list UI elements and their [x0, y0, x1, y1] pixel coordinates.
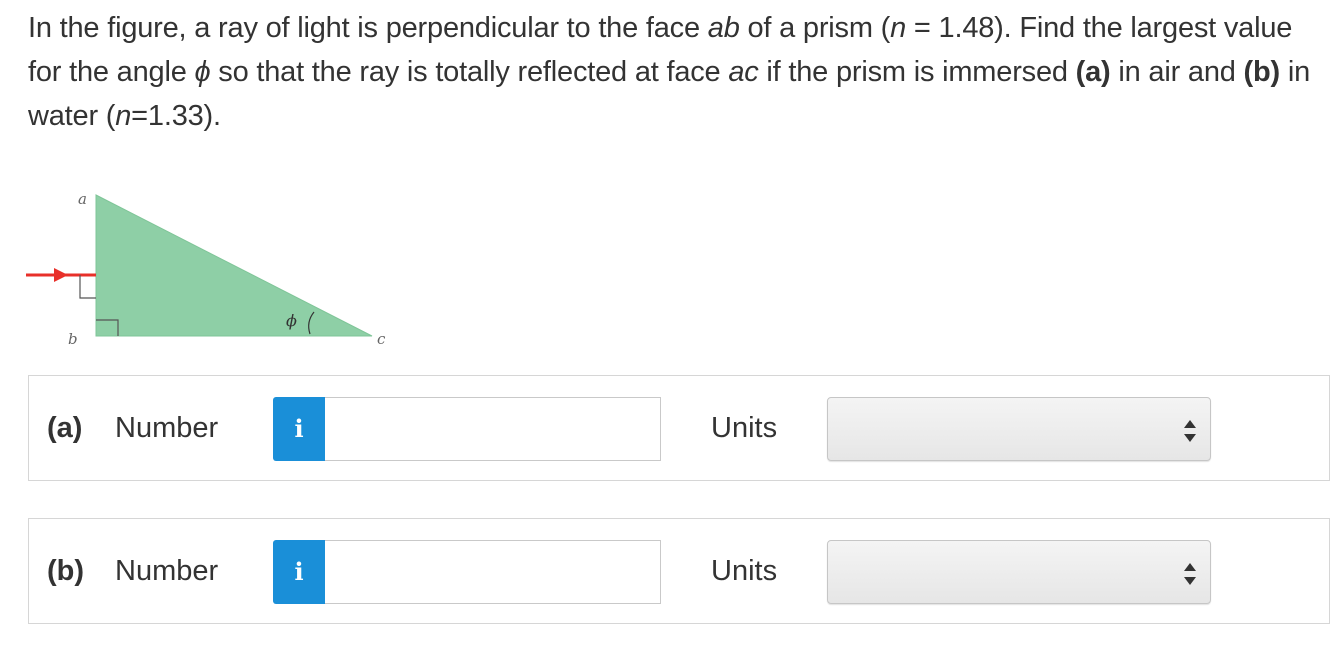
part-label: (a): [47, 412, 83, 444]
question-text-segment: if the prism is immersed: [758, 56, 1076, 88]
question-text-segment: so that the ray is totally reflected at …: [210, 56, 729, 88]
question-text-segment: In the figure, a ray of light is perpend…: [28, 12, 708, 44]
ray-arrowhead: [54, 268, 68, 282]
units-select-a[interactable]: [827, 397, 1211, 461]
label-a: a: [78, 190, 87, 208]
question-text-segment: in air and: [1110, 56, 1244, 88]
refractive-index-symbol: n: [115, 100, 132, 132]
face-ac-label: ac: [728, 56, 759, 88]
units-label: Units: [711, 412, 778, 444]
label-c: c: [377, 330, 386, 348]
units-select-b[interactable]: [827, 540, 1211, 604]
info-icon[interactable]: i: [273, 540, 325, 604]
question-text-segment: =1.33).: [131, 100, 221, 132]
part-b-marker: (b): [1243, 56, 1281, 88]
right-angle-marker-ray: [79, 275, 96, 299]
answer-row-a: (a) Number i Units: [28, 375, 1330, 481]
number-input-a[interactable]: [325, 397, 661, 461]
info-icon[interactable]: i: [273, 397, 325, 461]
refractive-index-symbol: n: [890, 12, 907, 44]
prism-figure: a b c ϕ: [26, 190, 386, 348]
question-text: In the figure, a ray of light is perpend…: [28, 6, 1328, 138]
select-arrows-icon: [1184, 420, 1196, 442]
part-label: (b): [47, 555, 85, 587]
part-a-marker: (a): [1075, 56, 1111, 88]
units-label: Units: [711, 555, 778, 587]
prism-triangle: [95, 194, 373, 337]
question-text-segment: of a prism (: [739, 12, 891, 44]
number-label: Number: [115, 555, 219, 587]
face-ab-label: ab: [707, 12, 740, 44]
number-input-b[interactable]: [325, 540, 661, 604]
answer-row-b: (b) Number i Units: [28, 518, 1330, 624]
label-b: b: [68, 330, 78, 348]
select-arrows-icon: [1184, 563, 1196, 585]
label-phi: ϕ: [286, 311, 297, 330]
number-label: Number: [115, 412, 219, 444]
phi-symbol: ϕ: [194, 56, 211, 88]
